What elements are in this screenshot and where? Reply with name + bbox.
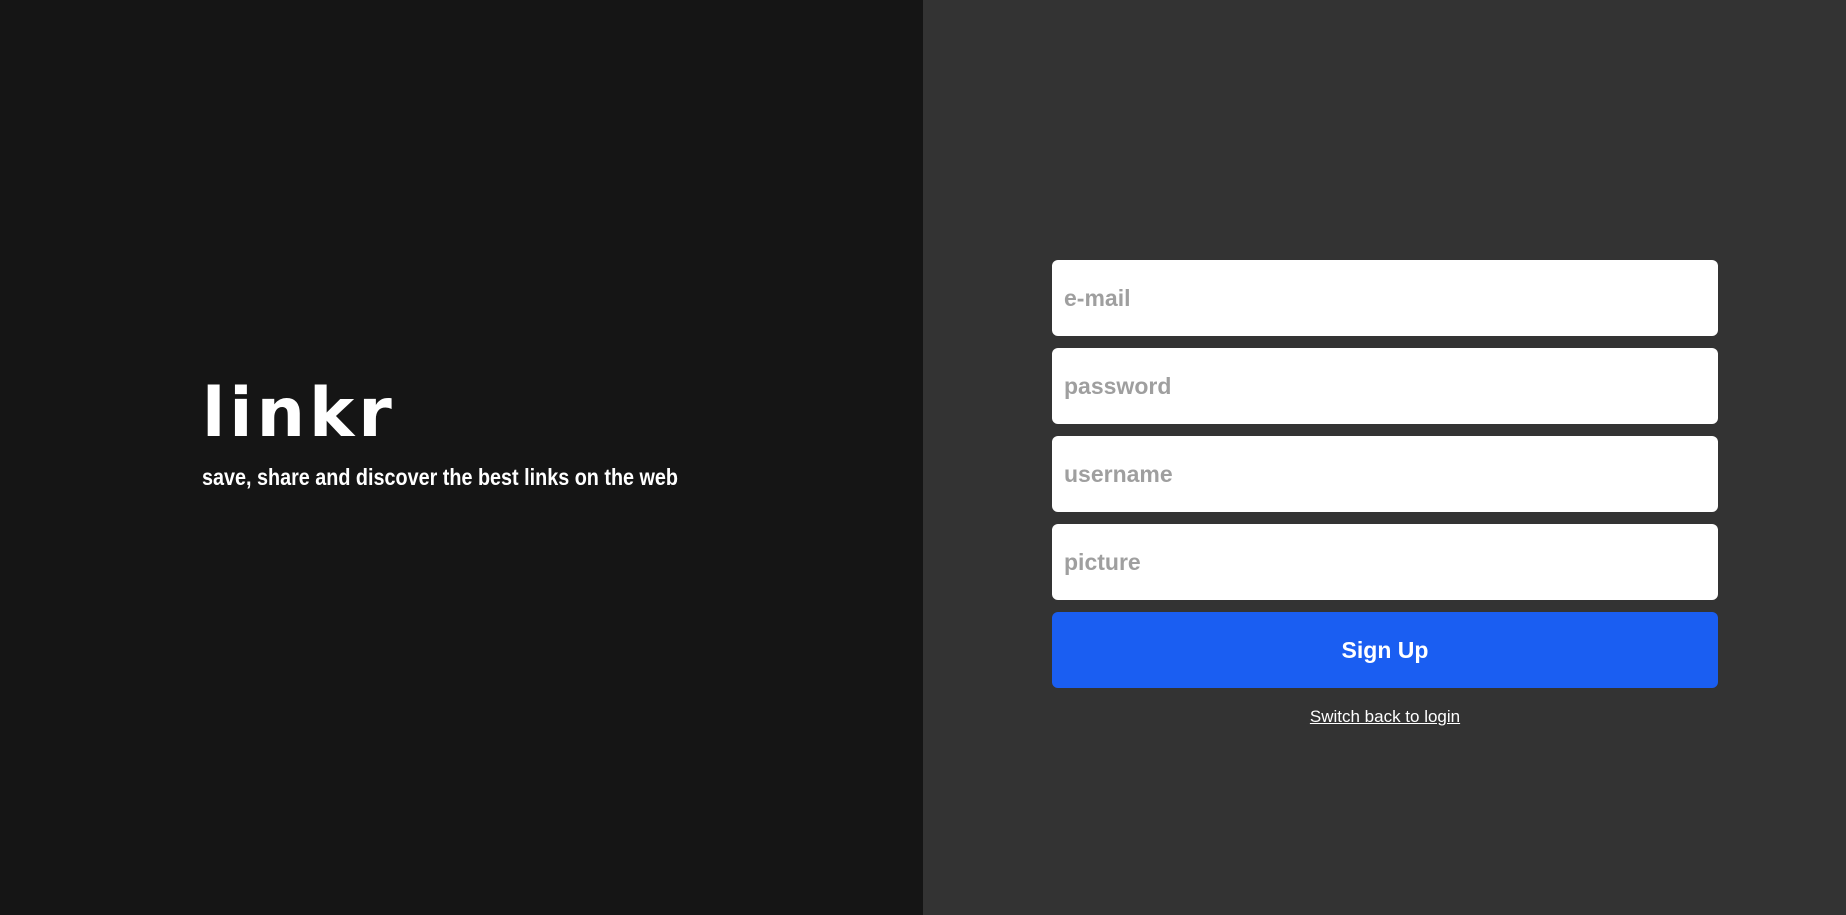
auth-panel: Sign Up Switch back to login bbox=[923, 0, 1846, 915]
logo: linkr bbox=[202, 374, 396, 453]
email-field[interactable] bbox=[1052, 260, 1718, 336]
brand-panel: linkr save, share and discover the best … bbox=[0, 0, 923, 915]
picture-field[interactable] bbox=[1052, 524, 1718, 600]
tagline: save, share and discover the best links … bbox=[202, 464, 678, 490]
username-field[interactable] bbox=[1052, 436, 1718, 512]
sign-up-button[interactable]: Sign Up bbox=[1052, 612, 1718, 688]
brand-block: linkr save, share and discover the best … bbox=[202, 380, 755, 489]
password-field[interactable] bbox=[1052, 348, 1718, 424]
signup-form: Sign Up Switch back to login bbox=[1052, 260, 1718, 727]
switch-to-login-link[interactable]: Switch back to login bbox=[1052, 707, 1718, 727]
